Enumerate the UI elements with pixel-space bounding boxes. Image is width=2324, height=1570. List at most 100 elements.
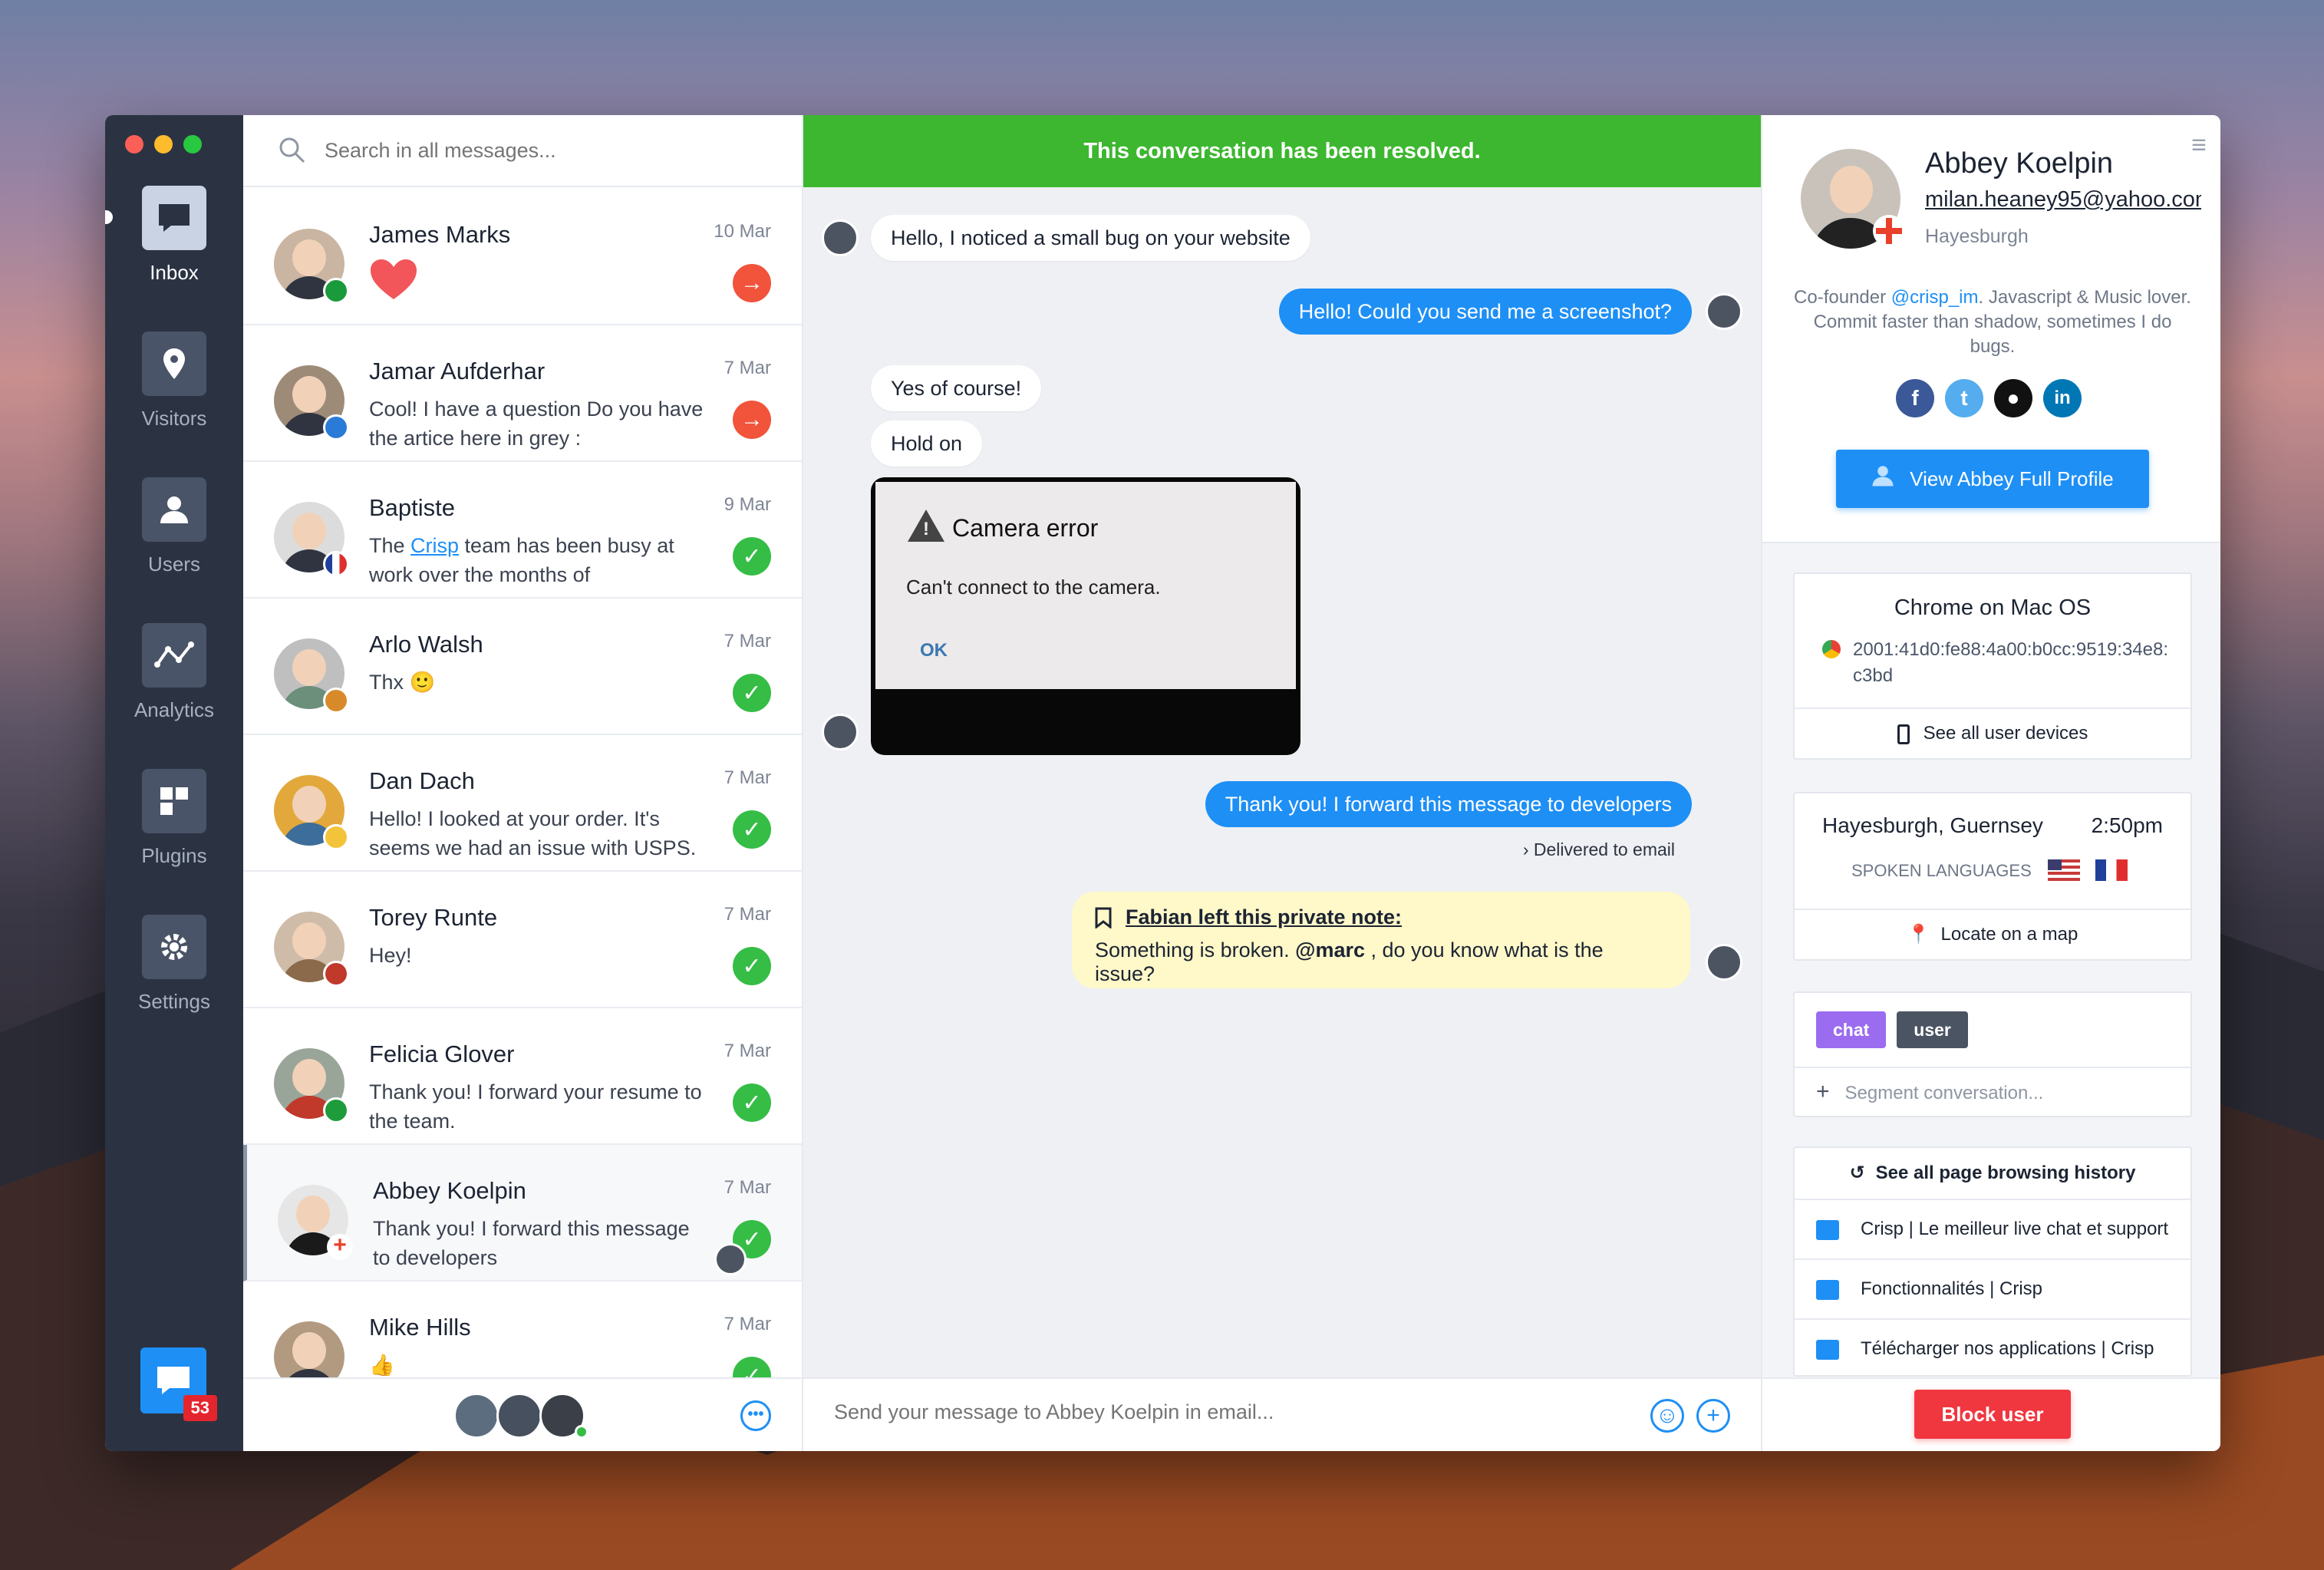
country-flag-icon bbox=[323, 414, 349, 440]
country-flag-icon bbox=[323, 961, 349, 987]
github-icon[interactable]: ● bbox=[1994, 379, 2032, 417]
resolved-check-icon: ✓ bbox=[733, 537, 771, 576]
crisp-app-button[interactable]: 53 bbox=[140, 1347, 217, 1421]
profile-header: Abbey Koelpin milan.heaney95@yahoo.com H… bbox=[1762, 115, 2220, 543]
profile-city: Hayesburgh bbox=[1925, 226, 2029, 247]
user-icon bbox=[142, 477, 206, 542]
message-preview: Cool! I have a question Do you have the … bbox=[369, 397, 704, 450]
profile-bio: Co-founder @crisp_im. Javascript & Music… bbox=[1794, 287, 2191, 357]
message-bubble: Hello, I noticed a small bug on your web… bbox=[871, 215, 1310, 261]
conversation-item[interactable]: Felicia Glover Thank you! I forward your… bbox=[243, 1008, 802, 1145]
france-flag-icon bbox=[2095, 859, 2128, 881]
profile-footer: Block user bbox=[1762, 1377, 2220, 1451]
pending-arrow-icon: → bbox=[733, 401, 771, 439]
message-preview: Hey! bbox=[369, 944, 412, 967]
screenshot-attachment[interactable]: ! Camera error Can't connect to the came… bbox=[871, 477, 1300, 755]
device-title: Chrome on Mac OS bbox=[1894, 595, 2092, 620]
operator-avatar bbox=[1706, 944, 1742, 981]
conversation-item[interactable]: Jamar Aufderhar Cool! I have a question … bbox=[243, 325, 802, 462]
location-place: Hayesburgh, Guernsey bbox=[1822, 813, 2043, 837]
local-time: 2:50pm bbox=[2091, 813, 2163, 837]
country-flag-icon bbox=[323, 278, 349, 304]
locate-on-map-link[interactable]: 📍 Locate on a map bbox=[1795, 909, 2190, 959]
see-devices-link[interactable]: See all user devices bbox=[1795, 707, 2190, 758]
gear-icon bbox=[142, 915, 206, 979]
history-page-item[interactable]: Crisp | Le meilleur live chat et support bbox=[1795, 1199, 2190, 1258]
tag-chat[interactable]: chat bbox=[1816, 1011, 1887, 1048]
app-window: Inbox Visitors Users Analytics Plugins S… bbox=[105, 115, 2220, 1451]
message-bubble: Yes of course! bbox=[871, 365, 1042, 411]
tag-user[interactable]: user bbox=[1897, 1011, 1968, 1048]
conversation-date: 7 Mar bbox=[724, 904, 771, 925]
message-input[interactable] bbox=[834, 1400, 1601, 1424]
contact-name: Baptiste bbox=[369, 494, 456, 521]
close-window-button[interactable] bbox=[125, 135, 143, 153]
team-member-avatar[interactable] bbox=[496, 1393, 542, 1439]
user-icon bbox=[1871, 451, 1894, 510]
segment-input[interactable]: + Segment conversation... bbox=[1795, 1067, 2190, 1116]
conversation-item[interactable]: Dan Dach Hello! I looked at your order. … bbox=[243, 735, 802, 872]
block-user-button[interactable]: Block user bbox=[1914, 1390, 2071, 1439]
nav-label: Analytics bbox=[134, 698, 215, 721]
dialog-title: Camera error bbox=[952, 514, 1099, 542]
nav-label: Settings bbox=[138, 990, 210, 1013]
conversation-item-selected[interactable]: + Abbey Koelpin Thank you! I forward thi… bbox=[243, 1145, 802, 1281]
conversation-date: 7 Mar bbox=[724, 1177, 771, 1198]
nav-label: Inbox bbox=[150, 261, 199, 284]
nav-item-analytics[interactable]: Analytics bbox=[105, 623, 243, 722]
plugins-grid-icon bbox=[142, 769, 206, 833]
nav-item-inbox[interactable]: Inbox bbox=[105, 186, 243, 285]
hamburger-menu-icon[interactable]: ≡ bbox=[2191, 130, 2207, 160]
languages-label: SPOKEN LANGUAGES bbox=[1851, 861, 2032, 880]
profile-email[interactable]: milan.heaney95@yahoo.com bbox=[1925, 187, 2201, 213]
crisp-page-icon bbox=[1816, 1339, 1839, 1360]
add-attachment-icon[interactable]: + bbox=[1696, 1399, 1730, 1433]
contact-name: James Marks bbox=[369, 221, 511, 248]
search-input[interactable] bbox=[325, 138, 754, 163]
conversation-date: 10 Mar bbox=[714, 221, 771, 242]
dialog-text: Can't connect to the camera. bbox=[906, 576, 1161, 599]
crisp-page-icon bbox=[1816, 1219, 1839, 1240]
see-history-link[interactable]: ↺ See all page browsing history bbox=[1795, 1148, 2190, 1199]
warning-icon: ! bbox=[908, 510, 944, 542]
window-controls bbox=[125, 135, 202, 153]
crisp-link[interactable]: Crisp bbox=[410, 534, 459, 557]
view-full-profile-button[interactable]: View Abbey Full Profile bbox=[1836, 450, 2149, 508]
visitor-avatar bbox=[822, 714, 859, 750]
main-nav: Inbox Visitors Users Analytics Plugins S… bbox=[105, 115, 243, 1451]
contact-name: Abbey Koelpin bbox=[373, 1177, 526, 1204]
operator-avatar bbox=[714, 1243, 747, 1275]
linkedin-icon[interactable]: in bbox=[2043, 379, 2082, 417]
heart-icon bbox=[369, 258, 707, 308]
conversation-item[interactable]: Baptiste The Crisp team has been busy at… bbox=[243, 462, 802, 599]
contact-name: Torey Runte bbox=[369, 904, 498, 931]
bio-mention-link[interactable]: @crisp_im bbox=[1891, 287, 1979, 308]
conversation-item[interactable]: James Marks 10 Mar → bbox=[243, 189, 802, 325]
history-page-item[interactable]: Télécharger nos applications | Crisp bbox=[1795, 1318, 2190, 1375]
more-options-icon[interactable]: ••• bbox=[740, 1400, 771, 1431]
zoom-window-button[interactable] bbox=[183, 135, 202, 153]
history-page-item[interactable]: Fonctionnalités | Crisp bbox=[1795, 1258, 2190, 1318]
nav-label: Plugins bbox=[141, 844, 207, 867]
conversation-date: 7 Mar bbox=[724, 767, 771, 788]
facebook-icon[interactable]: f bbox=[1896, 379, 1934, 417]
minimize-window-button[interactable] bbox=[154, 135, 173, 153]
team-member-avatar[interactable] bbox=[453, 1393, 499, 1439]
nav-item-settings[interactable]: Settings bbox=[105, 915, 243, 1014]
plus-icon: + bbox=[1816, 1079, 1830, 1104]
twitter-icon[interactable]: t bbox=[1945, 379, 1983, 417]
message-bubble: Hold on bbox=[871, 421, 983, 467]
mention: @marc bbox=[1295, 938, 1366, 961]
browsing-history-card: ↺ See all page browsing history Crisp | L… bbox=[1793, 1146, 2192, 1377]
resolved-check-icon: ✓ bbox=[733, 674, 771, 712]
conversation-date: 9 Mar bbox=[724, 494, 771, 515]
nav-item-plugins[interactable]: Plugins bbox=[105, 769, 243, 868]
resolved-check-icon: ✓ bbox=[733, 810, 771, 849]
conversation-item[interactable]: Torey Runte Hey! 7 Mar ✓ bbox=[243, 872, 802, 1008]
contact-name: Felicia Glover bbox=[369, 1041, 515, 1067]
nav-item-users[interactable]: Users bbox=[105, 477, 243, 576]
nav-item-visitors[interactable]: Visitors bbox=[105, 331, 243, 430]
emoji-icon[interactable]: ☺ bbox=[1650, 1399, 1684, 1433]
user-profile-panel: Abbey Koelpin milan.heaney95@yahoo.com H… bbox=[1761, 115, 2220, 1451]
conversation-item[interactable]: Arlo Walsh Thx 🙂 7 Mar ✓ bbox=[243, 599, 802, 735]
